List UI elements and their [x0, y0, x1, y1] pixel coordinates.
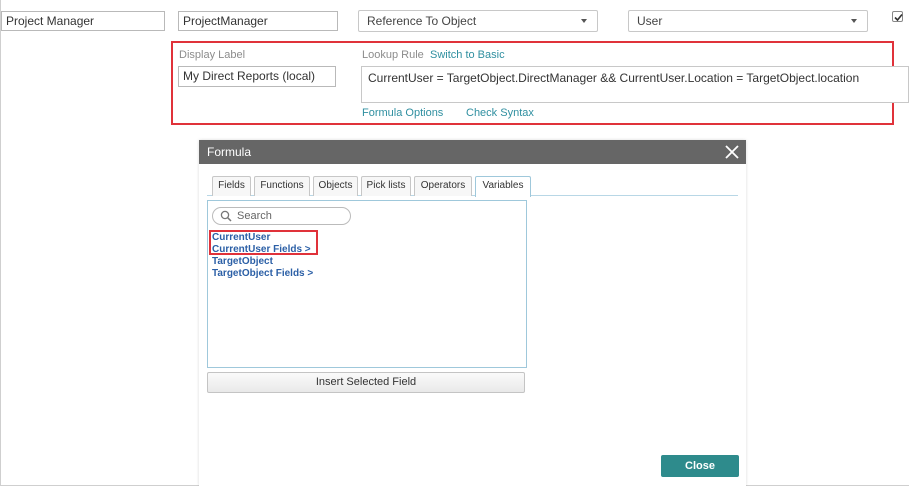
- formula-dialog-header: Formula: [199, 140, 746, 164]
- reference-object-selected-value: User: [637, 14, 663, 28]
- switch-to-basic-link[interactable]: Switch to Basic: [430, 49, 505, 61]
- required-checkbox[interactable]: [892, 11, 903, 22]
- list-item-current-user-fields[interactable]: CurrentUser Fields >: [212, 244, 311, 255]
- list-item-current-user[interactable]: CurrentUser: [212, 232, 270, 243]
- reference-object-select[interactable]: User: [628, 10, 868, 32]
- insert-selected-field-button[interactable]: Insert Selected Field: [207, 372, 525, 393]
- field-type-select[interactable]: Reference To Object: [358, 10, 598, 32]
- tab-functions[interactable]: Functions: [254, 176, 310, 196]
- variables-list-panel: Search CurrentUser CurrentUser Fields > …: [207, 200, 527, 368]
- list-item-target-object-fields[interactable]: TargetObject Fields >: [212, 268, 313, 279]
- search-icon: [220, 210, 232, 227]
- field-name-input[interactable]: Project Manager: [1, 11, 165, 31]
- tab-pick-lists[interactable]: Pick lists: [361, 176, 411, 196]
- tab-operators[interactable]: Operators: [414, 176, 472, 196]
- chevron-down-icon: [851, 19, 857, 23]
- field-type-selected-value: Reference To Object: [367, 14, 477, 28]
- search-placeholder: Search: [237, 210, 272, 222]
- search-input[interactable]: Search: [212, 207, 351, 225]
- tab-objects[interactable]: Objects: [313, 176, 358, 196]
- frame-left-border: [0, 0, 1, 486]
- api-name-input[interactable]: ProjectManager: [178, 11, 338, 31]
- formula-dialog: Formula Fields Functions Objects Pick li…: [199, 140, 746, 486]
- lookup-formula-input[interactable]: CurrentUser = TargetObject.DirectManager…: [361, 66, 909, 103]
- close-button[interactable]: Close: [661, 455, 739, 477]
- close-icon[interactable]: [724, 140, 740, 164]
- check-syntax-link[interactable]: Check Syntax: [466, 107, 534, 119]
- chevron-down-icon: [581, 19, 587, 23]
- checkmark-icon: [894, 13, 903, 22]
- dialog-title: Formula: [207, 145, 252, 159]
- lookup-rule-title: Lookup Rule: [362, 49, 424, 61]
- display-label-input[interactable]: My Direct Reports (local): [178, 66, 336, 87]
- formula-options-link[interactable]: Formula Options: [362, 107, 443, 119]
- tab-variables[interactable]: Variables: [475, 176, 531, 197]
- display-label-title: Display Label: [179, 49, 246, 61]
- list-item-target-object[interactable]: TargetObject: [212, 256, 273, 267]
- tab-fields[interactable]: Fields: [212, 176, 251, 196]
